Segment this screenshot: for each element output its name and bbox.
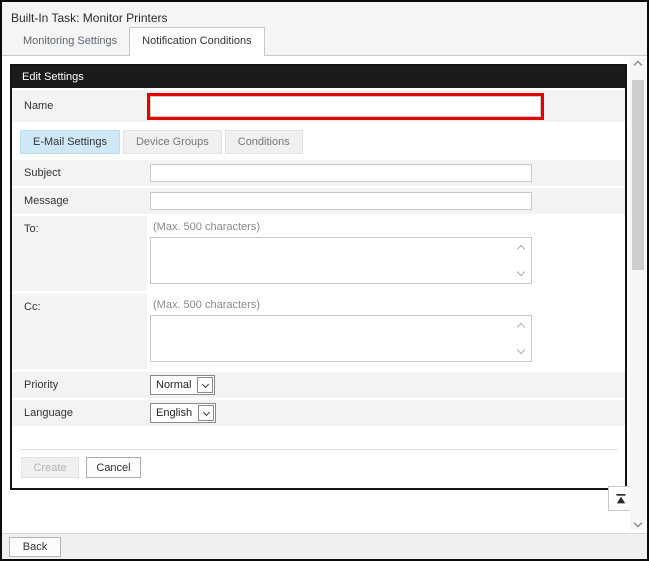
chevron-up-icon[interactable]	[517, 323, 525, 331]
top-header: Built-In Task: Monitor Printers Monitori…	[2, 2, 647, 56]
cc-max-chars-hint: (Max. 500 characters)	[153, 299, 532, 311]
cc-row: Cc: (Max. 500 characters)	[12, 294, 625, 369]
footer-bar: Back	[2, 533, 647, 559]
to-content: (Max. 500 characters)	[147, 216, 532, 291]
settings-subtabs: E-Mail Settings Device Groups Conditions	[12, 124, 625, 160]
priority-label: Priority	[12, 379, 147, 391]
chevron-down-icon	[203, 408, 210, 415]
to-max-chars-hint: (Max. 500 characters)	[153, 221, 532, 233]
name-row: Name	[12, 90, 625, 122]
panel-header: Edit Settings	[12, 66, 625, 88]
cc-content: (Max. 500 characters)	[147, 294, 532, 369]
cc-textarea[interactable]	[151, 316, 531, 361]
dropdown-button[interactable]	[197, 377, 213, 393]
message-input[interactable]	[150, 192, 532, 210]
tab-monitoring-settings[interactable]: Monitoring Settings	[11, 28, 129, 55]
content-area: Edit Settings Name E-Mail Settings Devic…	[2, 57, 647, 533]
priority-row: Priority Normal	[12, 372, 625, 398]
chevron-up-icon	[634, 61, 642, 69]
scrollbar-up-button[interactable]	[630, 62, 646, 68]
dropdown-button[interactable]	[198, 405, 214, 421]
chevron-down-icon	[634, 519, 642, 527]
chevron-down-icon[interactable]	[517, 268, 525, 276]
tab-notification-conditions[interactable]: Notification Conditions	[129, 27, 264, 56]
to-row: To: (Max. 500 characters)	[12, 216, 625, 291]
name-input[interactable]	[150, 96, 541, 117]
vertical-scrollbar[interactable]	[630, 58, 646, 530]
chevron-down-icon[interactable]	[517, 346, 525, 354]
edit-settings-panel: Edit Settings Name E-Mail Settings Devic…	[10, 64, 627, 490]
panel-button-row: Create Cancel	[12, 450, 625, 488]
name-label: Name	[12, 100, 147, 112]
cc-textarea-scroll[interactable]	[516, 324, 526, 353]
to-textarea[interactable]	[151, 238, 531, 283]
language-selected-value: English	[151, 404, 197, 422]
language-select[interactable]: English	[150, 403, 216, 423]
tabstrip: Monitoring Settings Notification Conditi…	[2, 27, 647, 56]
priority-select[interactable]: Normal	[150, 375, 215, 395]
chevron-up-icon[interactable]	[517, 245, 525, 253]
page-title: Built-In Task: Monitor Printers	[2, 2, 647, 25]
subject-row: Subject	[12, 160, 625, 186]
cc-textarea-box	[150, 315, 532, 362]
chevron-down-icon	[202, 380, 209, 387]
scroll-to-top-icon	[615, 493, 627, 505]
message-row: Message	[12, 188, 625, 214]
cc-label: Cc:	[12, 294, 147, 369]
language-label: Language	[12, 407, 147, 419]
scrollbar-thumb[interactable]	[632, 80, 644, 270]
subject-label: Subject	[12, 167, 147, 179]
back-button[interactable]: Back	[9, 537, 61, 557]
cancel-button[interactable]: Cancel	[86, 457, 141, 478]
subtab-device-groups[interactable]: Device Groups	[123, 130, 222, 154]
create-button[interactable]: Create	[21, 457, 79, 478]
to-textarea-box	[150, 237, 532, 284]
priority-selected-value: Normal	[151, 376, 196, 394]
subtab-email-settings[interactable]: E-Mail Settings	[20, 130, 120, 154]
app-window: Built-In Task: Monitor Printers Monitori…	[0, 0, 649, 561]
language-row: Language English	[12, 400, 625, 426]
subject-input[interactable]	[150, 164, 532, 182]
scrollbar-down-button[interactable]	[630, 520, 646, 526]
to-textarea-scroll[interactable]	[516, 246, 526, 275]
message-label: Message	[12, 195, 147, 207]
subtab-conditions[interactable]: Conditions	[225, 130, 303, 154]
name-field-highlight	[147, 93, 544, 120]
to-label: To:	[12, 216, 147, 291]
